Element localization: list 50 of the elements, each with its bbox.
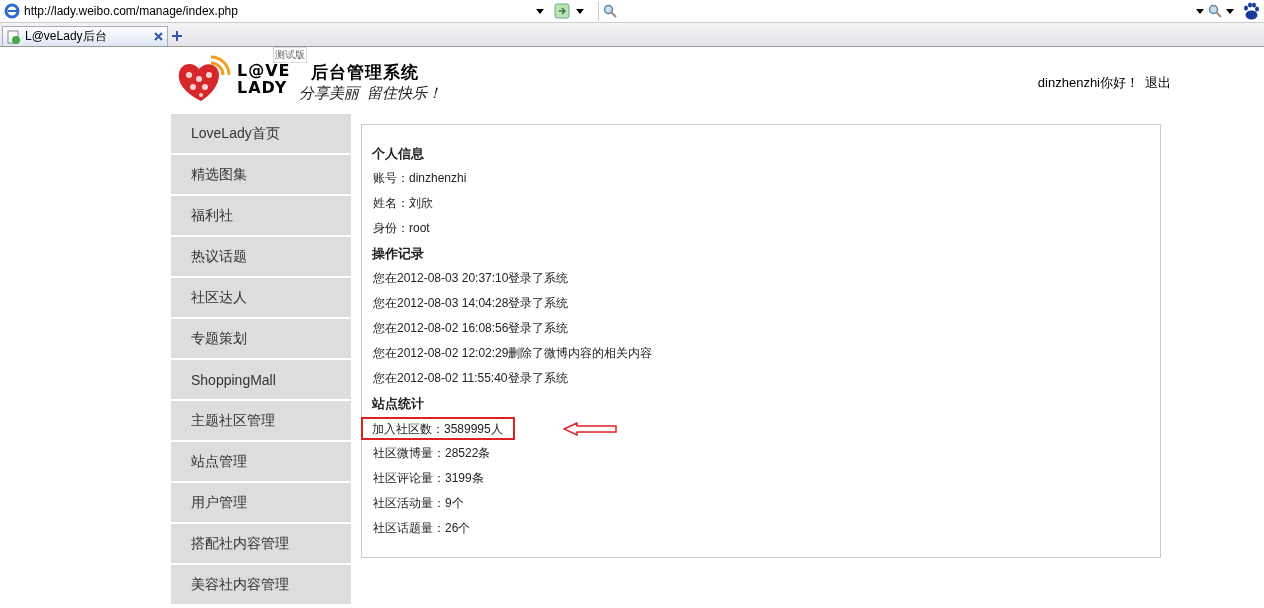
browser-logo-icon [4,3,20,19]
sidebar-item[interactable]: 用户管理 [171,483,351,522]
sidebar-item[interactable]: 福利社 [171,196,351,235]
logo-text: L@VE [237,62,291,79]
info-line: 您在2012-08-02 11:55:40登录了系统 [372,370,569,387]
sidebar-item[interactable]: LoveLady首页 [171,114,351,153]
info-line: 身份：root [372,220,431,237]
dropdown-icon[interactable] [1196,8,1204,14]
info-line: 您在2012-08-02 16:08:56登录了系统 [372,320,570,337]
beta-badge: 测试版 [273,47,307,63]
logout-link[interactable]: 退出 [1145,74,1171,92]
logo-text: LADY [237,79,288,96]
close-icon[interactable] [154,32,163,41]
info-line: 您在2012-08-03 14:04:28登录了系统 [372,295,570,312]
dropdown-icon[interactable] [536,8,544,14]
sidebar-item[interactable]: 搭配社内容管理 [171,524,351,563]
sidebar-item[interactable]: 主题社区管理 [171,401,351,440]
sidebar-item[interactable]: 美容社内容管理 [171,565,351,604]
search-icon[interactable] [603,4,617,18]
sidebar-item[interactable]: 站点管理 [171,442,351,481]
sidebar-item[interactable]: 社区达人 [171,278,351,317]
sidebar-item[interactable]: 热议话题 [171,237,351,276]
info-line: 社区评论量：3199条 [372,470,485,487]
sidebar-item[interactable]: 精选图集 [171,155,351,194]
address-field[interactable]: http://lady.weibo.com/manage/index.php [24,4,532,18]
greeting: dinzhenzhi你好！ [1037,74,1139,92]
info-line: 您在2012-08-03 20:37:10登录了系统 [372,270,570,287]
info-line: 账号：dinzhenzhi [372,170,468,187]
paw-icon[interactable] [1242,2,1260,20]
sidebar-item[interactable]: ShoppingMall [171,360,351,399]
new-tab-icon[interactable] [172,31,182,41]
page-icon [7,29,21,44]
slogan: 分享美丽 留住快乐！ [298,84,442,103]
system-title: 后台管理系统 [309,62,420,84]
info-line: 社区微博量：28522条 [372,445,492,462]
info-line: 姓名：刘欣 [372,195,434,212]
info-line: 社区话题量：26个 [372,520,472,537]
left-arrow-icon [562,421,617,436]
search-icon[interactable] [1208,4,1222,18]
section-heading: 个人信息 [372,145,425,163]
sidebar-item[interactable]: 专题策划 [171,319,351,358]
browser-tab[interactable]: L@veLady后台 [2,26,168,46]
dropdown-icon[interactable] [1226,8,1234,14]
section-heading: 操作记录 [372,245,425,263]
go-icon[interactable] [554,3,570,19]
section-heading: 站点统计 [372,395,425,413]
info-line: 您在2012-08-02 12:02:29删除了微博内容的相关内容 [372,345,654,362]
tab-title: L@veLady后台 [25,28,108,45]
info-line: 社区活动量：9个 [372,495,465,512]
dropdown-icon[interactable] [576,8,584,14]
